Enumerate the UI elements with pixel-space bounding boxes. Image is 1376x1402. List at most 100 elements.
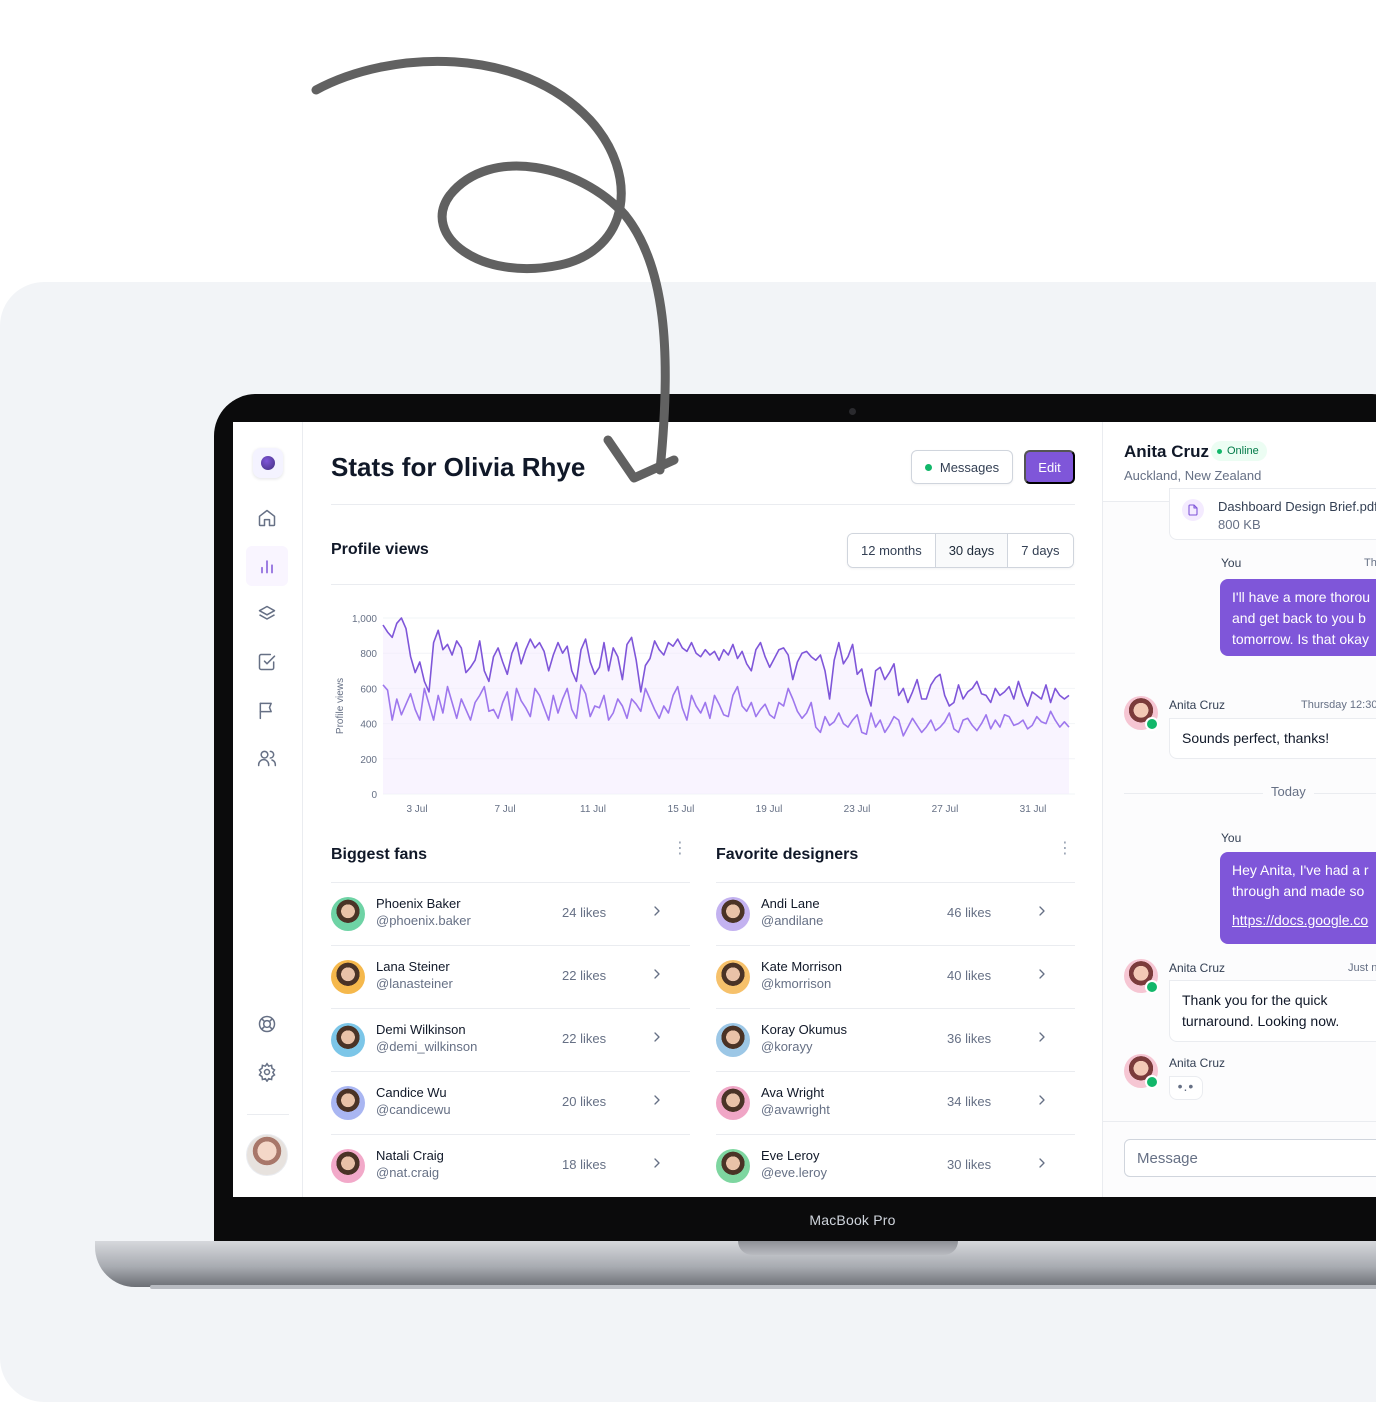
settings-icon bbox=[258, 1062, 276, 1082]
avatar bbox=[716, 960, 750, 994]
profile-views-chart: 0 200 400 600 800 1,000 Profile views 3 Jul 7 Ju… bbox=[335, 614, 1075, 815]
fan-row[interactable]: Lana Steiner @lanasteiner 22 likes bbox=[331, 946, 690, 1009]
contact-avatar bbox=[1124, 696, 1159, 731]
chevron-right-icon[interactable] bbox=[649, 1155, 665, 1171]
chevron-right-icon[interactable] bbox=[649, 903, 665, 919]
chevron-right-icon[interactable] bbox=[1034, 1029, 1050, 1045]
row-name: Eve Leroy bbox=[761, 1148, 820, 1163]
row-handle: @lanasteiner bbox=[376, 976, 453, 991]
typing-indicator: •.• bbox=[1169, 1076, 1203, 1100]
fan-row[interactable]: Candice Wu @candicewu 20 likes bbox=[331, 1072, 690, 1135]
row-name: Andi Lane bbox=[761, 896, 820, 911]
row-name: Demi Wilkinson bbox=[376, 1022, 466, 1037]
device-label: MacBook Pro bbox=[809, 1212, 896, 1228]
y-axis-label: Profile views bbox=[335, 678, 346, 734]
message-text: through and made so bbox=[1232, 883, 1365, 899]
file-attachment[interactable]: Dashboard Design Brief.pdf 800 KB bbox=[1169, 488, 1376, 540]
chart-divider bbox=[331, 584, 1075, 585]
laptop-shadow bbox=[150, 1285, 1376, 1289]
range-selector: 12 months 30 days 7 days bbox=[847, 533, 1074, 568]
message-bubble-outgoing: Hey Anita, I've had a r through and made… bbox=[1220, 852, 1376, 944]
fan-row[interactable]: Natali Craig @nat.craig 18 likes bbox=[331, 1135, 690, 1197]
x-tick-label: 7 Jul bbox=[494, 804, 515, 815]
message-bubble-incoming: Sounds perfect, thanks! bbox=[1169, 718, 1376, 759]
avatar bbox=[716, 1086, 750, 1120]
row-name: Kate Morrison bbox=[761, 959, 842, 974]
designer-row[interactable]: Kate Morrison @kmorrison 40 likes bbox=[716, 946, 1075, 1009]
range-30-days[interactable]: 30 days bbox=[935, 534, 1009, 567]
layers-icon bbox=[258, 605, 276, 620]
chevron-right-icon[interactable] bbox=[1034, 1092, 1050, 1108]
message-text: tomorrow. Is that okay bbox=[1232, 631, 1369, 647]
users-icon bbox=[257, 750, 277, 767]
chevron-right-icon[interactable] bbox=[1034, 903, 1050, 919]
fan-row[interactable]: Demi Wilkinson @demi_wilkinson 22 likes bbox=[331, 1009, 690, 1072]
biggest-fans-title: Biggest fans bbox=[331, 846, 428, 863]
x-tick-label: 27 Jul bbox=[932, 804, 959, 815]
row-handle: @andilane bbox=[761, 913, 824, 928]
designer-row[interactable]: Koray Okumus @korayy 36 likes bbox=[716, 1009, 1075, 1072]
avatar bbox=[331, 1086, 365, 1120]
sidebar-divider bbox=[247, 1114, 289, 1115]
row-name: Phoenix Baker bbox=[376, 896, 461, 911]
message-sender: You bbox=[1221, 831, 1242, 845]
message-text: Hey Anita, I've had a r bbox=[1232, 862, 1369, 878]
chat-panel: Anita Cruz Online Auckland, New Zealand … bbox=[1102, 422, 1376, 1197]
profile-views-title: Profile views bbox=[331, 541, 429, 558]
row-handle: @phoenix.baker bbox=[376, 913, 471, 928]
status-dot-icon bbox=[924, 463, 932, 471]
check-square-icon bbox=[258, 653, 276, 671]
range-7-days[interactable]: 7 days bbox=[1008, 534, 1073, 567]
more-vertical-icon[interactable]: ⋮ bbox=[1057, 841, 1073, 862]
message-sender: Anita Cruz bbox=[1169, 1056, 1226, 1070]
sidebar-item-stats[interactable] bbox=[246, 546, 288, 586]
sidebar-item-settings[interactable] bbox=[246, 1052, 288, 1092]
laptop-notch bbox=[738, 1241, 958, 1255]
user-avatar[interactable] bbox=[246, 1134, 288, 1176]
laptop-base bbox=[95, 1241, 1376, 1287]
date-divider bbox=[1124, 793, 1376, 794]
range-12-months[interactable]: 12 months bbox=[848, 534, 936, 567]
chevron-right-icon[interactable] bbox=[649, 1029, 665, 1045]
bar-chart-icon bbox=[261, 560, 273, 574]
message-time: Th bbox=[1364, 557, 1376, 569]
message-sender: Anita Cruz bbox=[1169, 698, 1226, 712]
sidebar-item-layers[interactable] bbox=[246, 594, 288, 634]
y-tick-label: 0 bbox=[371, 790, 377, 801]
date-divider-label: Today bbox=[1263, 784, 1314, 799]
message-bubble-incoming: Thank you for the quick turnaround. Look… bbox=[1169, 980, 1376, 1042]
messages-button-label: Messages bbox=[939, 459, 1000, 475]
row-likes: 34 likes bbox=[947, 1094, 992, 1109]
favorite-designers-list: Andi Lane @andilane 46 likes Kate Morrison @… bbox=[716, 883, 1075, 1197]
designer-row[interactable]: Andi Lane @andilane 46 likes bbox=[716, 883, 1075, 946]
chevron-right-icon[interactable] bbox=[1034, 1155, 1050, 1171]
chevron-right-icon[interactable] bbox=[1034, 966, 1050, 982]
chevron-right-icon[interactable] bbox=[649, 1092, 665, 1108]
message-link[interactable]: https://docs.google.co bbox=[1232, 910, 1376, 931]
chevron-right-icon[interactable] bbox=[649, 966, 665, 982]
sidebar-item-tasks[interactable] bbox=[246, 642, 288, 682]
y-tick-label: 800 bbox=[360, 649, 377, 660]
message-bubble-outgoing: I'll have a more thorou and get back to … bbox=[1220, 579, 1376, 656]
row-handle: @kmorrison bbox=[761, 976, 832, 991]
edit-button[interactable]: Edit bbox=[1024, 450, 1075, 484]
fan-row[interactable]: Phoenix Baker @phoenix.baker 24 likes bbox=[331, 883, 690, 946]
sidebar-item-users[interactable] bbox=[246, 738, 288, 778]
sidebar bbox=[233, 422, 303, 1197]
more-vertical-icon[interactable]: ⋮ bbox=[672, 841, 688, 862]
sidebar-item-home[interactable] bbox=[246, 498, 288, 538]
file-size: 800 KB bbox=[1218, 517, 1261, 532]
sidebar-item-support[interactable] bbox=[246, 1004, 288, 1044]
sidebar-item-reports[interactable] bbox=[246, 690, 288, 730]
designer-row[interactable]: Eve Leroy @eve.leroy 30 likes bbox=[716, 1135, 1075, 1197]
row-likes: 24 likes bbox=[562, 905, 607, 920]
row-name: Natali Craig bbox=[376, 1148, 444, 1163]
app-logo[interactable] bbox=[253, 448, 283, 478]
x-tick-label: 23 Jul bbox=[844, 804, 871, 815]
designer-row[interactable]: Ava Wright @avawright 34 likes bbox=[716, 1072, 1075, 1135]
message-input[interactable] bbox=[1124, 1139, 1376, 1177]
y-tick-label: 400 bbox=[360, 720, 377, 731]
contact-avatar bbox=[1124, 959, 1159, 994]
avatar bbox=[331, 1023, 365, 1057]
messages-button[interactable]: Messages bbox=[911, 450, 1013, 484]
